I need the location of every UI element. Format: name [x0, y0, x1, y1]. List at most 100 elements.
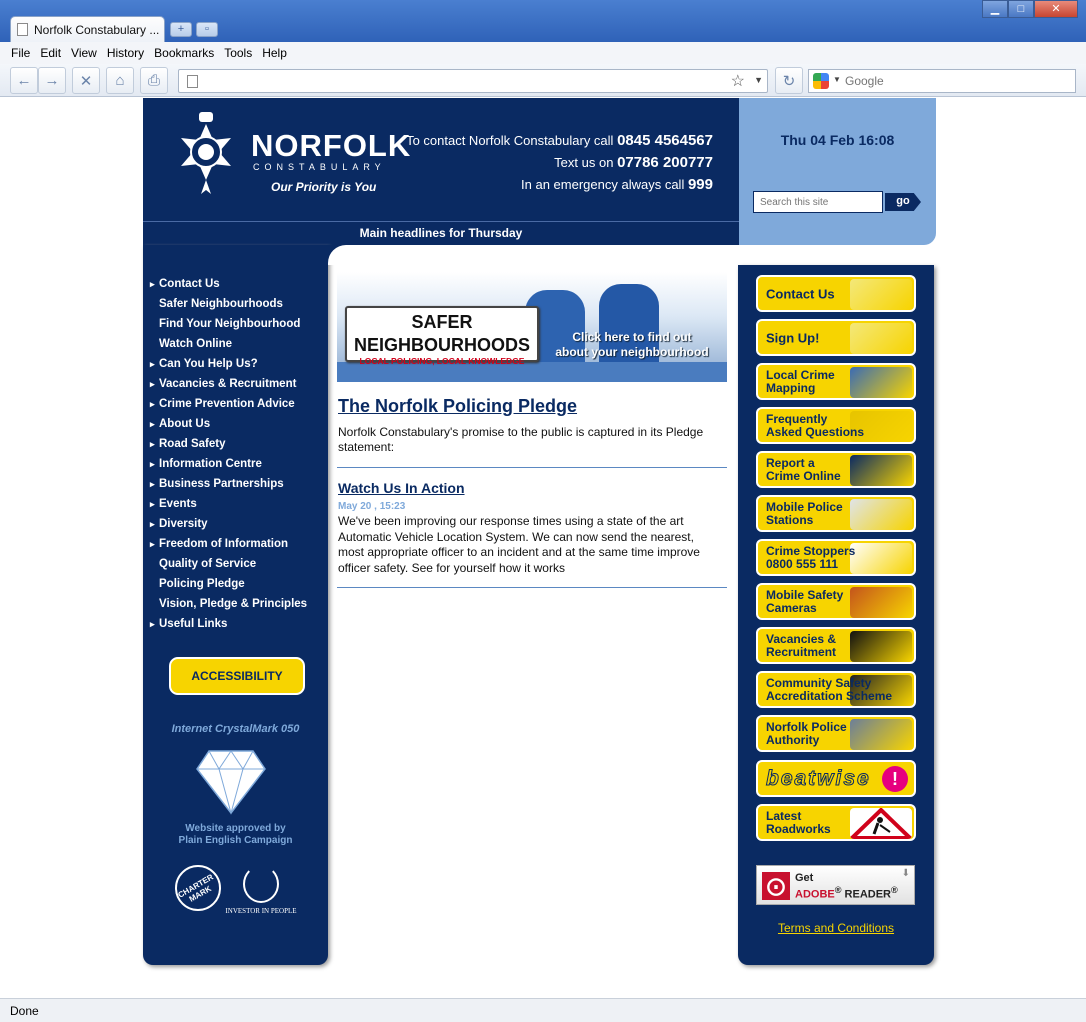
sign-tagline: LOCAL POLICING, LOCAL KNOWLEDGE — [359, 356, 525, 366]
menu-bookmarks[interactable]: Bookmarks — [154, 46, 214, 60]
sign-line1: SAFER — [411, 312, 473, 332]
quick-link-line2: Asked Questions — [766, 424, 865, 439]
nav-item[interactable]: Events — [150, 496, 307, 516]
quick-link-line2: Recruitment — [766, 644, 837, 659]
logo-tagline: Our Priority is You — [271, 180, 377, 194]
quick-link-button[interactable]: Report a Crime Online — [756, 451, 916, 488]
status-text: Done — [10, 1004, 39, 1018]
quick-link-image — [850, 543, 912, 574]
wreath-icon — [243, 865, 279, 903]
nav-item[interactable]: Vision, Pledge & Principles — [150, 596, 307, 616]
watch-title-link[interactable]: Watch Us In Action — [338, 480, 465, 496]
quick-link-button[interactable]: Sign Up! — [756, 319, 916, 356]
nav-item[interactable]: Road Safety — [150, 436, 307, 456]
police-badge-icon[interactable] — [169, 110, 243, 200]
quick-link-line2: 0800 555 111 — [766, 556, 839, 571]
quick-link-label: Community Safety Accreditation Scheme — [766, 676, 892, 703]
nav-item[interactable]: Information Centre — [150, 456, 307, 476]
quick-link-button[interactable]: Frequently Asked Questions — [756, 407, 916, 444]
plain-english-line1: Website approved by — [185, 823, 286, 834]
nav-item[interactable]: About Us — [150, 416, 307, 436]
nav-item[interactable]: Policing Pledge — [150, 576, 307, 596]
pdf-icon: ⨀ — [762, 872, 790, 900]
google-icon[interactable] — [813, 73, 829, 89]
quick-link-label: Vacancies & Recruitment — [766, 632, 837, 659]
maximize-icon[interactable]: □ — [1008, 0, 1034, 18]
sign-line2: NEIGHBOURHOODS — [353, 335, 530, 355]
quick-link-line2: Crime Online — [766, 468, 841, 483]
investors-in-people-logo[interactable]: INVESTOR IN PEOPLE — [221, 865, 301, 921]
forward-arrow-icon[interactable]: → — [38, 67, 66, 94]
nav-item[interactable]: Vacancies & Recruitment — [150, 376, 307, 396]
back-arrow-icon[interactable]: ← — [10, 67, 38, 94]
nav-item[interactable]: Freedom of Information — [150, 536, 307, 556]
quick-link-image — [850, 631, 912, 662]
charter-mark-text: CHARTER MARK — [176, 872, 215, 904]
quick-link-button[interactable]: Mobile Police Stations — [756, 495, 916, 532]
reload-icon[interactable]: ↻ — [775, 67, 803, 94]
pledge-text: Norfolk Constabulary's promise to the pu… — [338, 425, 704, 454]
menu-tools[interactable]: Tools — [224, 46, 252, 60]
web-page: NORFOLK CONSTABULARY Our Priority is You… — [0, 98, 1086, 998]
quick-link-button[interactable]: Community Safety Accreditation Scheme — [756, 671, 916, 708]
nav-item[interactable]: Contact Us — [150, 276, 307, 296]
menu-edit[interactable]: Edit — [40, 46, 61, 60]
contact-number: 0845 4564567 — [617, 132, 713, 149]
nav-item[interactable]: Crime Prevention Advice — [150, 396, 307, 416]
nav-item[interactable]: Can You Help Us? — [150, 356, 307, 376]
nav-item[interactable]: Safer Neighbourhoods — [150, 296, 307, 316]
banner-cta[interactable]: Click here to find out about your neighb… — [547, 330, 717, 360]
accessibility-button[interactable]: ACCESSIBILITY — [169, 657, 305, 695]
menu-help[interactable]: Help — [262, 46, 287, 60]
browser-tab[interactable]: Norfolk Constabulary ... — [10, 16, 165, 42]
nav-item[interactable]: Watch Online — [150, 336, 307, 356]
nav-item[interactable]: Useful Links — [150, 616, 307, 636]
nav-item[interactable]: Find Your Neighbourhood — [150, 316, 307, 336]
quick-link-image — [850, 367, 912, 398]
nav-item[interactable]: Diversity — [150, 516, 307, 536]
quick-link-button[interactable]: Norfolk Police Authority — [756, 715, 916, 752]
browser-search-box[interactable]: ▼ — [808, 69, 1076, 93]
quick-link-button[interactable]: Contact Us — [756, 275, 916, 312]
menu-view[interactable]: View — [71, 46, 97, 60]
stop-icon[interactable]: ✕ — [72, 67, 100, 94]
contact-line: To contact Norfolk Constabulary call 084… — [406, 130, 713, 152]
site-search-input[interactable] — [753, 191, 883, 213]
close-icon[interactable]: ✕ — [1034, 0, 1078, 18]
tab-list-button[interactable]: ▫ — [196, 22, 218, 37]
nav-item[interactable]: Quality of Service — [150, 556, 307, 576]
menu-file[interactable]: File — [11, 46, 30, 60]
browser-search-input[interactable] — [845, 72, 1070, 90]
quick-link-label: Report a Crime Online — [766, 456, 841, 483]
minimize-icon[interactable]: ▁ — [982, 0, 1008, 18]
menu-history[interactable]: History — [107, 46, 144, 60]
quick-link-button[interactable]: Mobile Safety Cameras — [756, 583, 916, 620]
charter-mark-logo[interactable]: CHARTER MARK — [175, 865, 221, 911]
beatwise-button[interactable]: beatwise ! — [756, 760, 916, 797]
right-column: Contact Us Sign Up! Local Crime Mapping Freq… — [738, 265, 934, 965]
quick-link-button[interactable]: Local Crime Mapping — [756, 363, 916, 400]
new-tab-button[interactable]: + — [170, 22, 192, 37]
address-bar[interactable]: ☆ ▼ — [178, 69, 768, 93]
chevron-down-icon[interactable]: ▼ — [833, 75, 841, 84]
quick-link-image — [850, 499, 912, 530]
pledge-title-link[interactable]: The Norfolk Policing Pledge — [338, 396, 577, 417]
emergency-number: 999 — [687, 176, 713, 193]
quick-link-button[interactable]: Crime Stoppers 0800 555 111 — [756, 539, 916, 576]
safer-neighbourhoods-banner[interactable]: SAFER NEIGHBOURHOODS LOCAL POLICING, LOC… — [337, 272, 727, 382]
chevron-down-icon[interactable]: ▼ — [754, 75, 763, 85]
quick-link-label: Sign Up! — [766, 331, 819, 344]
diamond-icon[interactable] — [195, 747, 267, 815]
home-icon[interactable]: ⌂ — [106, 67, 134, 94]
quick-link-button[interactable]: Vacancies & Recruitment — [756, 627, 916, 664]
bookmark-star-icon[interactable]: ☆ — [731, 71, 745, 91]
roadworks-button[interactable]: Latest Roadworks — [756, 804, 916, 841]
terms-link[interactable]: Terms and Conditions — [738, 921, 934, 935]
watch-date: May 20 , 15:23 — [338, 501, 406, 512]
nav-item[interactable]: Business Partnerships — [150, 476, 307, 496]
date-time: Thu 04 Feb 16:08 — [780, 132, 895, 148]
print-icon[interactable]: ⎙ — [140, 67, 168, 94]
divider — [337, 587, 727, 588]
adobe-reader-button[interactable]: ⨀ Get ADOBE® READER® ⬇ — [756, 865, 915, 905]
search-go-button[interactable]: go — [885, 193, 921, 211]
